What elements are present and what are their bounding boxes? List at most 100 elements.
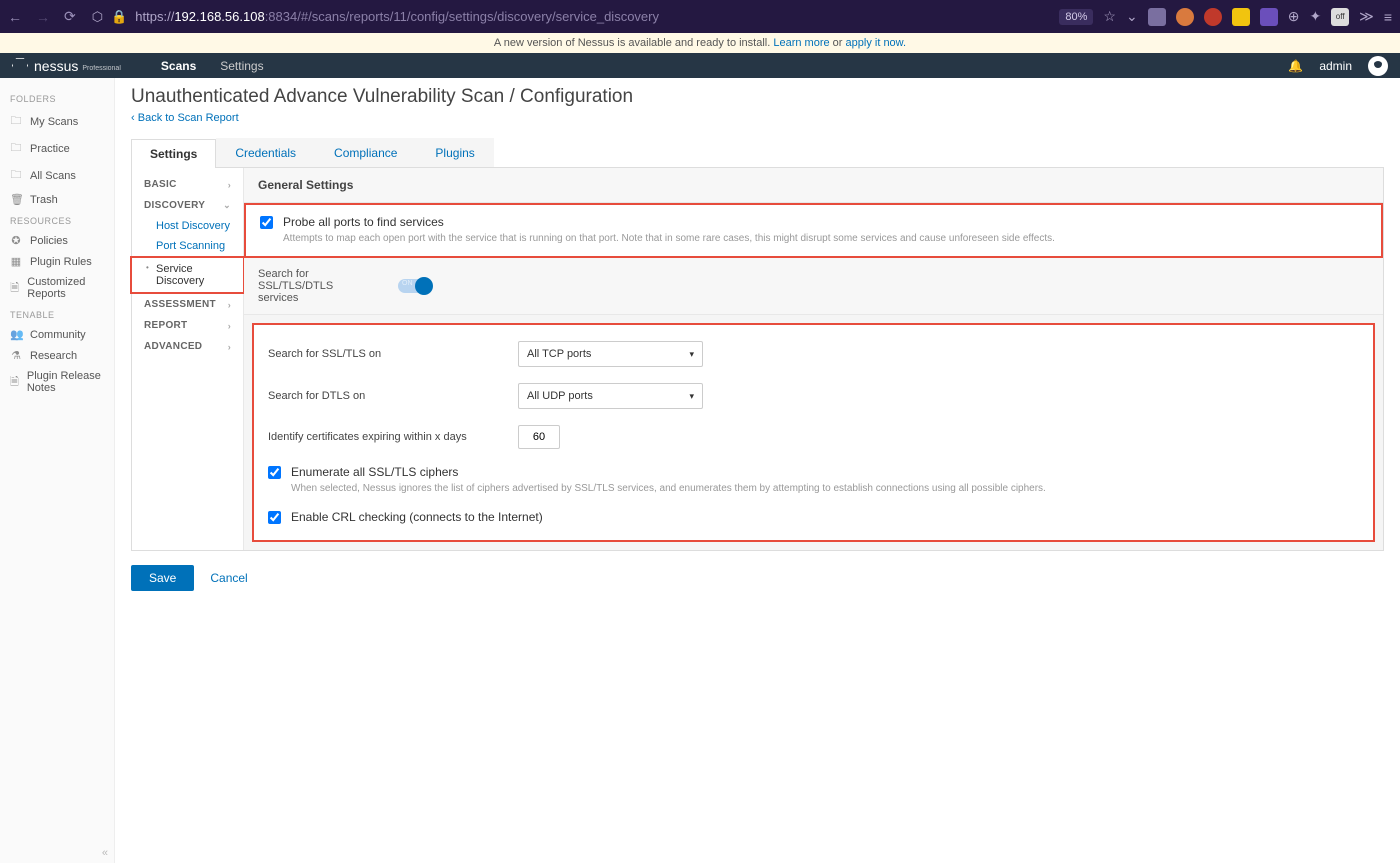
confignav-discovery[interactable]: DISCOVERY⌄ [132,195,243,216]
sidebar-item-practice[interactable]: 🗀Practice [0,135,114,162]
research-icon: ⚗ [10,349,22,362]
folder-icon: 🗀 [10,139,22,158]
chevron-down-icon: ⌄ [223,200,231,211]
confignav-service-discovery[interactable]: Service Discovery [132,259,243,291]
logo[interactable]: nessus Professional [12,58,121,74]
dtls-on-label: Search for DTLS on [268,390,498,402]
save-button[interactable]: Save [131,565,194,591]
config-body: BASIC› DISCOVERY⌄ Host Discovery Port Sc… [131,168,1384,551]
ext-icon-6[interactable]: ⊕ [1288,8,1300,25]
ssl-toggle-row: Search for SSL/TLS/DTLS services ON [244,258,1383,315]
content: Unauthenticated Advance Vulnerability Sc… [115,78,1400,863]
config-nav: BASIC› DISCOVERY⌄ Host Discovery Port Sc… [132,168,244,550]
sidebar-collapse-icon[interactable]: « [102,847,108,859]
apply-now-link[interactable]: apply it now. [846,37,907,49]
dtls-on-select[interactable]: All UDP ports▾ [518,383,703,409]
shield-icon: ⬡ [92,9,103,25]
confignav-host-discovery[interactable]: Host Discovery [132,216,243,236]
zoom-badge[interactable]: 80% [1059,9,1093,25]
forward-icon[interactable]: → [36,9,50,25]
probe-ports-checkbox[interactable] [260,216,273,229]
confignav-basic[interactable]: BASIC› [132,174,243,195]
enum-ciphers-desc: When selected, Nessus ignores the list o… [291,482,1046,496]
confignav-port-scanning[interactable]: Port Scanning [132,236,243,256]
reload-icon[interactable]: ⟳ [64,8,76,25]
chevron-right-icon: › [228,342,231,352]
chevron-right-icon: › [228,300,231,310]
ext-icon-3[interactable] [1204,8,1222,26]
sidebar-item-plugin-rules[interactable]: ▦Plugin Rules [0,251,114,272]
menu-icon[interactable]: ≡ [1384,9,1392,25]
cert-expire-row: Identify certificates expiring within x … [268,425,1359,449]
bell-icon[interactable]: 🔔 [1288,59,1303,73]
confignav-assessment[interactable]: ASSESSMENT› [132,294,243,315]
ssl-on-select[interactable]: All TCP ports▾ [518,341,703,367]
url-text: https://192.168.56.108:8834/#/scans/repo… [135,9,659,24]
sidebar-item-community[interactable]: 👥Community [0,324,114,345]
logo-icon [12,58,28,74]
folder-icon: 🗀 [10,166,22,185]
ext-icon-7[interactable]: ✦ [1309,8,1321,25]
tab-credentials[interactable]: Credentials [216,138,315,167]
overflow-icon[interactable]: ≫ [1359,8,1374,25]
report-icon: 🗎 [10,279,19,298]
sidebar-group-resources: RESOURCES [0,210,114,230]
sidebar-item-plugin-release-notes[interactable]: 🗎Plugin Release Notes [0,366,114,398]
policies-icon: ✪ [10,234,22,247]
sidebar-item-research[interactable]: ⚗Research [0,345,114,366]
back-icon[interactable]: ← [8,9,22,25]
back-link[interactable]: Back to Scan Report [131,112,239,124]
folder-icon: 🗀 [10,112,22,131]
enum-ciphers-label: Enumerate all SSL/TLS ciphers [291,465,1046,479]
general-settings-header: General Settings [244,168,1383,203]
confignav-advanced[interactable]: ADVANCED› [132,336,243,357]
update-banner: A new version of Nessus is available and… [0,33,1400,53]
avatar-icon[interactable] [1368,56,1388,76]
sidebar-group-tenable: TENABLE [0,304,114,324]
star-icon[interactable]: ☆ [1103,8,1116,25]
enum-ciphers-checkbox[interactable] [268,466,281,479]
probe-ports-label: Probe all ports to find services [283,215,1055,229]
ssl-toggle-switch[interactable]: ON [398,279,432,293]
sidebar-item-trash[interactable]: 🗑Trash [0,189,114,210]
learn-more-link[interactable]: Learn more [773,37,829,49]
lock-icon: 🔒 [111,9,127,25]
url-bar[interactable]: ⬡ 🔒 https://192.168.56.108:8834/#/scans/… [86,9,1050,25]
browser-right-icons: 80% ☆ ⌄ ⊕ ✦ off ≫ ≡ [1059,8,1392,26]
chevron-right-icon: › [228,180,231,190]
ssl-toggle-label: Search for SSL/TLS/DTLS services [258,268,368,304]
tab-compliance[interactable]: Compliance [315,138,416,167]
header-right: 🔔 admin [1288,56,1388,76]
plugin-icon: ▦ [10,255,22,268]
dtls-on-row: Search for DTLS on All UDP ports▾ [268,383,1359,409]
ext-icon-1[interactable] [1148,8,1166,26]
tab-settings[interactable]: Settings [131,139,216,168]
cancel-button[interactable]: Cancel [210,571,247,585]
sidebar-item-all-scans[interactable]: 🗀All Scans [0,162,114,189]
ssl-on-row: Search for SSL/TLS on All TCP ports▾ [268,341,1359,367]
nav-settings[interactable]: Settings [220,59,263,73]
tab-plugins[interactable]: Plugins [416,138,493,167]
logo-text: nessus [34,58,78,74]
trash-icon: 🗑 [10,193,22,206]
caret-down-icon: ▾ [689,391,694,402]
pocket-icon[interactable]: ⌄ [1126,8,1138,25]
user-label[interactable]: admin [1319,59,1352,73]
cert-expire-input[interactable] [518,425,560,449]
ssl-settings-block: Search for SSL/TLS on All TCP ports▾ Sea… [252,323,1375,542]
community-icon: 👥 [10,328,22,341]
sidebar-item-my-scans[interactable]: 🗀My Scans [0,108,114,135]
crl-checkbox[interactable] [268,511,281,524]
confignav-report[interactable]: REPORT› [132,315,243,336]
notes-icon: 🗎 [10,373,19,392]
sidebar-item-customized-reports[interactable]: 🗎Customized Reports [0,272,114,304]
ext-icon-4[interactable] [1232,8,1250,26]
ext-icon-2[interactable] [1176,8,1194,26]
sidebar-item-policies[interactable]: ✪Policies [0,230,114,251]
nav-scans[interactable]: Scans [161,59,196,73]
sidebar: FOLDERS 🗀My Scans 🗀Practice 🗀All Scans 🗑… [0,78,115,863]
logo-edition: Professional [82,65,121,72]
ext-icon-5[interactable] [1260,8,1278,26]
ssl-on-label: Search for SSL/TLS on [268,348,498,360]
ext-off-badge[interactable]: off [1331,8,1349,26]
